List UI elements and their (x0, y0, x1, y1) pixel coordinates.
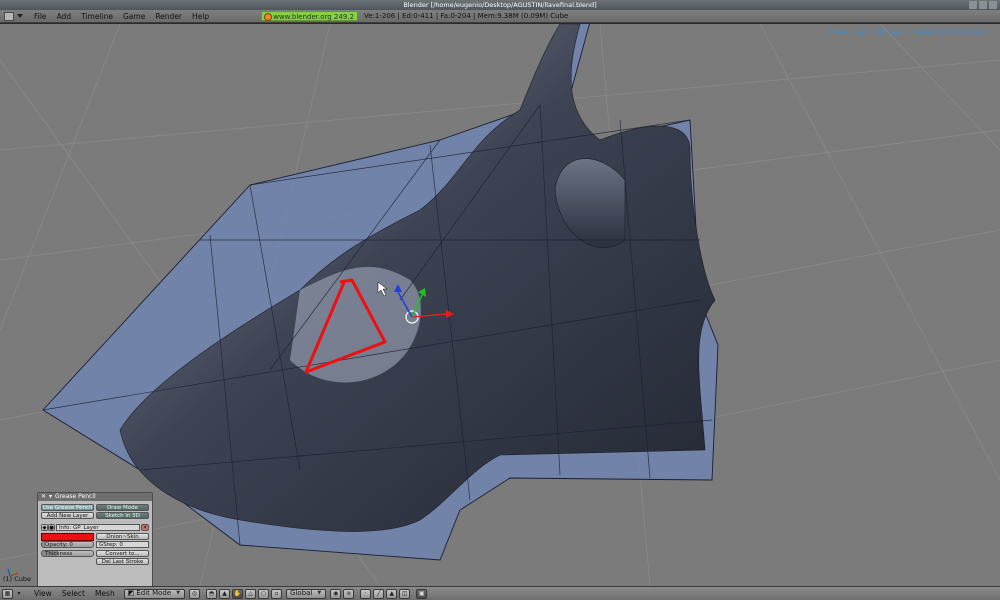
scale-icon[interactable]: ▫ (271, 588, 283, 599)
menu-file[interactable]: File (29, 12, 52, 21)
panel-collapse-icon[interactable]: ▾ (49, 493, 52, 501)
menu-render[interactable]: Render (150, 12, 187, 21)
window-controls (969, 1, 997, 9)
add-new-layer-button[interactable]: Add New Layer (41, 512, 94, 519)
minimize-button[interactable] (969, 1, 977, 9)
menu-timeline[interactable]: Timeline (76, 12, 118, 21)
draw-mode-toggle[interactable]: Draw Mode (96, 504, 149, 511)
chevron-down-icon: ▼ (176, 590, 181, 596)
panel-title: Grease Pencil (55, 493, 96, 500)
menu-view[interactable]: View (29, 589, 57, 598)
window-titlebar: Blender [/home/eugenio/Desktop/AGUSTIN/l… (0, 0, 1000, 10)
grease-pencil-panel: ✕ ▾ Grease Pencil Use Grease Pencil Draw… (37, 492, 153, 586)
collapse-triangle-icon[interactable] (17, 14, 23, 18)
orientation-selector[interactable]: Global ▼ (286, 588, 327, 599)
blender-site-badge[interactable]: www.blender.org 249.2 (261, 11, 358, 21)
collapse-header-icon[interactable]: ▾ (15, 589, 23, 599)
hand-icon[interactable]: ✋ (232, 588, 244, 599)
close-window-button[interactable] (989, 1, 997, 9)
panel-header[interactable]: ✕ ▾ Grease Pencil (38, 493, 152, 501)
edit-mode-icon: ◩ (127, 589, 135, 597)
chevron-down-icon: ▼ (317, 590, 322, 596)
layer-visibility-icon[interactable]: ● (48, 524, 55, 531)
onion-skin-toggle[interactable]: Onion~Skin (96, 533, 149, 540)
opacity-slider-label: Opacity: 0 (45, 542, 73, 548)
view-menu-bar: View Select Mesh (29, 589, 120, 598)
panel-close-icon[interactable]: ✕ (41, 493, 46, 501)
maximize-button[interactable] (979, 1, 987, 9)
grease-pencil-info: GPencil: Layer ('GP_Layer'), Frame (1), … (828, 29, 990, 36)
info-header: File Add Timeline Game Render Help www.b… (0, 10, 1000, 23)
pivot-icon[interactable]: ◎ (189, 588, 201, 599)
draw-type-icon[interactable]: ◓ (206, 588, 218, 599)
scene-stats: Ve:1-206 | Ed:0-411 | Fa:0-204 | Mem:9.3… (363, 12, 569, 20)
face-select-icon[interactable]: ▲ (386, 588, 398, 599)
3d-view-header: ▦ ▾ View Select Mesh ◩ Edit Mode ▼ ◎ ◓ ▲… (0, 586, 1000, 600)
stroke-color-swatch[interactable] (41, 533, 94, 541)
shading-icon[interactable]: ▲ (219, 588, 231, 599)
3d-viewport[interactable]: GPencil: Layer ('GP_Layer'), Frame (1), … (0, 24, 1000, 586)
proportional-falloff-icon[interactable]: ≋ (343, 588, 355, 599)
delete-layer-icon[interactable]: ✕ (141, 524, 149, 531)
menu-add[interactable]: Add (52, 12, 77, 21)
convert-to-button[interactable]: Convert to... (96, 550, 149, 557)
sketch-in-3d-toggle[interactable]: Sketch in 3D (96, 512, 149, 519)
thickness-slider-label: Thickness (45, 551, 73, 557)
edge-select-icon[interactable]: ╱ (373, 588, 385, 599)
layer-name-field[interactable]: Info: GP_Layer (56, 524, 140, 531)
mode-selector-value: Edit Mode (136, 589, 172, 597)
render-icon[interactable]: ▣ (416, 588, 428, 599)
proportional-icon[interactable]: ◉ (330, 588, 342, 599)
translate-icon[interactable]: △ (245, 588, 257, 599)
use-grease-pencil-toggle[interactable]: Use Grease Pencil (41, 504, 94, 511)
gstep-field[interactable]: GStep: 0 (96, 541, 149, 548)
menu-help[interactable]: Help (187, 12, 214, 21)
window-type-icon[interactable] (4, 11, 14, 21)
rotate-icon[interactable]: ○ (258, 588, 270, 599)
menu-game[interactable]: Game (118, 12, 150, 21)
menu-select[interactable]: Select (57, 589, 90, 598)
main-menu: File Add Timeline Game Render Help (29, 12, 214, 21)
opacity-slider[interactable]: Opacity: 0 (41, 541, 94, 548)
viewport-icon[interactable]: ▦ (2, 588, 13, 599)
orientation-value: Global (290, 589, 313, 597)
layer-lock-icon[interactable]: ◆ (41, 524, 48, 531)
thickness-slider[interactable]: Thickness (41, 550, 94, 557)
occlude-icon[interactable]: ◫ (399, 588, 411, 599)
active-object-label: (1) Cube (3, 575, 32, 583)
menu-mesh[interactable]: Mesh (90, 589, 120, 598)
window-title: Blender [/home/eugenio/Desktop/AGUSTIN/l… (403, 1, 597, 9)
delete-last-stroke-button[interactable]: Del Last Stroke (96, 558, 149, 565)
vertex-select-icon[interactable]: · (360, 588, 372, 599)
mode-selector[interactable]: ◩ Edit Mode ▼ (123, 588, 186, 599)
